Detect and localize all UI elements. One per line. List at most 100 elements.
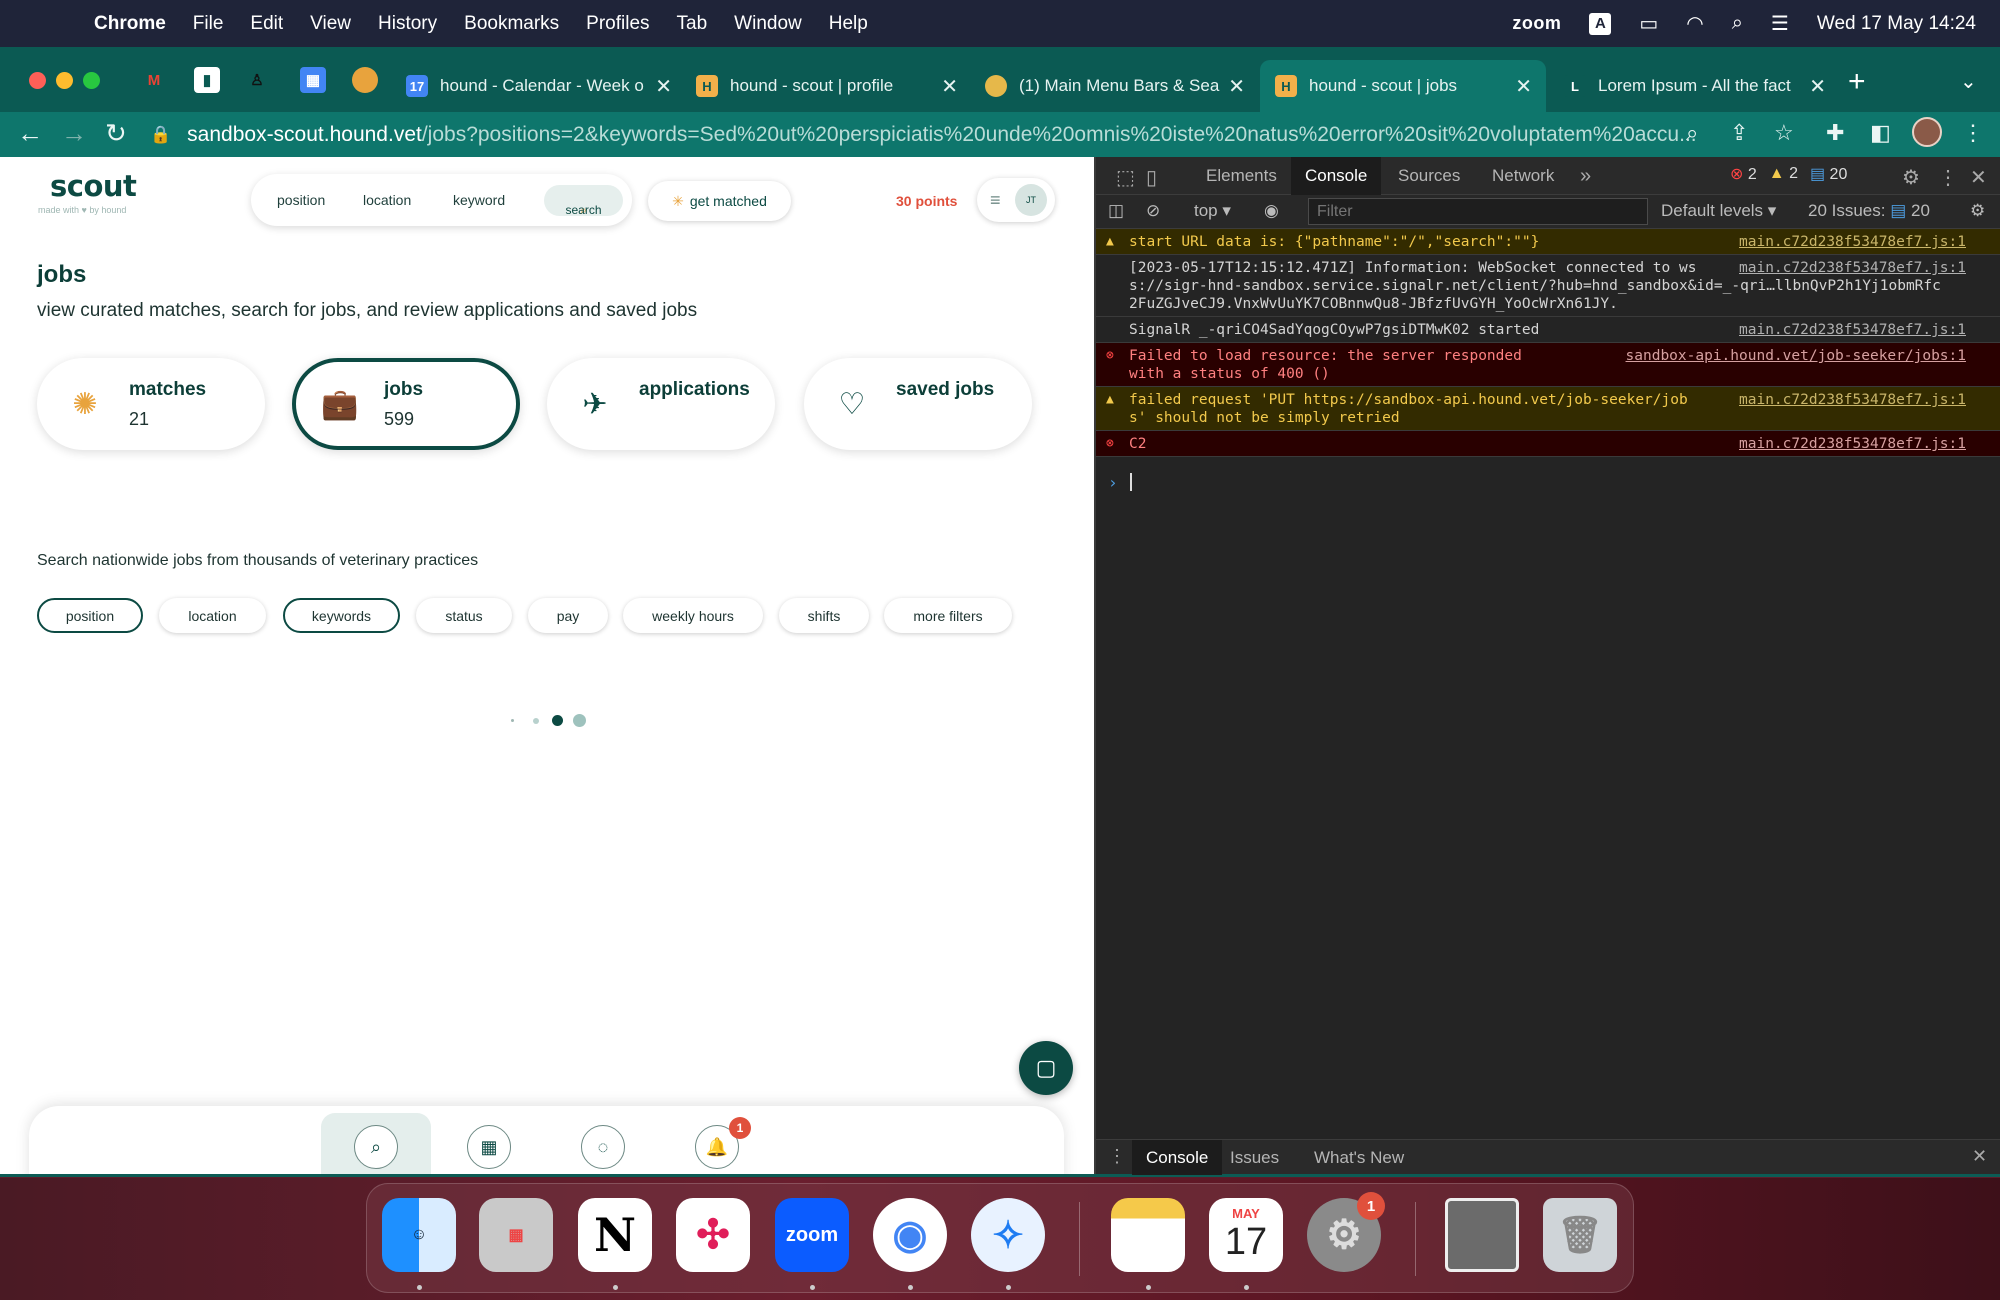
scout-logo[interactable]: scout [50,169,137,203]
address-bar[interactable]: 🔒 sandbox-scout.hound.vet /jobs?position… [150,112,1700,157]
clear-console-icon[interactable]: ⊘ [1146,201,1160,221]
forward-arrow-icon[interactable]: → [61,118,87,149]
console-input-caret[interactable] [1130,473,1132,491]
menu-clock[interactable]: Wed 17 May 14:24 [1817,13,1976,35]
console-message-info[interactable]: [2023-05-17T12:15:12.471Z] Information: … [1096,255,2000,317]
tab-jobs-active[interactable]: H hound - scout | jobs ✕ [1260,60,1546,112]
search-location[interactable]: location [363,192,411,208]
slack-icon[interactable]: ✣ [676,1198,750,1272]
context-selector[interactable]: top ▾ [1194,201,1231,221]
pinned-tab-doc-icon[interactable]: ▮ [194,67,220,93]
gmail-pinned-tab-icon[interactable]: M [141,67,167,93]
close-window-button[interactable] [29,72,46,89]
share-icon[interactable]: ⇪ [1730,120,1748,146]
filter-keywords[interactable]: keywords [283,598,400,633]
search-button[interactable]: ⌕ search [544,185,623,217]
profile-avatar[interactable] [1912,117,1942,147]
pinned-tab-figure-icon[interactable]: ♙ [244,67,270,93]
close-tab-icon[interactable]: ✕ [1809,74,1826,99]
pinned-tab-calendar-icon[interactable]: ▦ [300,67,326,93]
drawer-kebab-icon[interactable]: ⋮ [1108,1146,1126,1167]
close-tab-icon[interactable]: ✕ [1515,74,1532,99]
menu-profiles[interactable]: Profiles [586,13,649,35]
menu-window[interactable]: Window [734,13,802,35]
matches-card[interactable]: ✺ matches 21 [37,358,265,450]
console-message-warning[interactable]: ▲ failed request 'PUT https://sandbox-ap… [1096,387,2000,431]
bookmark-star-icon[interactable]: ☆ [1774,120,1794,146]
console-settings-gear-icon[interactable]: ⚙ [1970,201,1985,221]
menu-history[interactable]: History [378,13,437,35]
tab-calendar[interactable]: 17 hound - Calendar - Week o ✕ [406,60,672,112]
drawer-tab-issues[interactable]: Issues [1216,1140,1293,1175]
launchpad-icon[interactable]: ▦ [479,1198,553,1272]
sidebar-toggle-icon[interactable]: ◫ [1108,201,1124,221]
filter-shifts[interactable]: shifts [779,598,869,633]
minimize-window-button[interactable] [56,72,73,89]
back-arrow-icon[interactable]: ← [17,118,43,149]
filter-location[interactable]: location [159,598,266,633]
battery-icon[interactable]: ▭ [1639,11,1658,36]
notes-icon[interactable] [1111,1198,1185,1272]
chrome-icon[interactable]: ◉ [873,1198,947,1272]
nav-jobs[interactable]: ⌕ jobs [321,1113,431,1174]
message-source-link[interactable]: main.c72d238f53478ef7.js:1 [1739,391,1966,409]
more-tabs-chevron-icon[interactable]: » [1580,165,1591,188]
devtools-tab-console[interactable]: Console [1291,157,1382,195]
close-drawer-icon[interactable]: ✕ [1972,1146,1987,1167]
tab-profile[interactable]: H hound - scout | profile ✕ [696,60,958,112]
settings-gear-icon[interactable]: ⚙ [1902,165,1920,190]
finder-icon[interactable]: ☺ [382,1198,456,1272]
filter-pay[interactable]: pay [528,598,608,633]
message-source-link[interactable]: sandbox-api.hound.vet/job-seeker/jobs:1 [1626,347,1966,365]
close-tab-icon[interactable]: ✕ [1228,74,1245,99]
control-center-icon[interactable]: ☰ [1771,11,1789,36]
console-message-error[interactable]: ⊗ C2 main.c72d238f53478ef7.js:1 [1096,431,2000,457]
close-devtools-icon[interactable]: ✕ [1970,165,1987,190]
menu-tab[interactable]: Tab [677,13,708,35]
filter-more[interactable]: more filters [884,598,1012,633]
log-levels-dropdown[interactable]: Default levels ▾ [1661,201,1776,221]
spotlight-search-icon[interactable]: ⌕ [1732,12,1743,35]
zoom-window-button[interactable] [83,72,100,89]
side-panel-icon[interactable]: ◧ [1870,120,1891,146]
tab-lorem-ipsum[interactable]: L Lorem Ipsum - All the fact ✕ [1564,60,1826,112]
console-message-info[interactable]: SignalR _-qriCO4SadYqogCOywP7gsiDTMwK02 … [1096,317,2000,343]
search-position[interactable]: position [277,192,325,208]
calendar-app-icon[interactable]: MAY 17 [1209,1198,1283,1272]
saved-jobs-card[interactable]: ♡ saved jobs [804,358,1032,450]
devtools-kebab-icon[interactable]: ⋮ [1938,165,1958,190]
drawer-tab-console[interactable]: Console [1132,1140,1223,1175]
trash-icon[interactable]: 🗑 [1543,1198,1617,1272]
inspect-element-icon[interactable]: ⬚ [1116,165,1135,190]
devtools-tab-elements[interactable]: Elements [1192,157,1291,195]
input-source-icon[interactable]: A [1589,12,1612,35]
chat-button[interactable]: ▢ [1019,1041,1073,1095]
devtools-tab-sources[interactable]: Sources [1384,157,1474,195]
nav-practices[interactable]: ▦ practices [434,1113,544,1174]
live-expression-eye-icon[interactable]: ◉ [1264,201,1279,221]
menu-file[interactable]: File [193,13,224,35]
tab-search-chevron-icon[interactable]: ⌄ [1960,69,1977,94]
extensions-puzzle-icon[interactable]: ✚ [1826,120,1844,146]
close-tab-icon[interactable]: ✕ [941,74,958,99]
pinned-tab-circle-icon[interactable] [352,67,378,93]
zoom-menu-extra[interactable]: zoom [1512,13,1561,34]
message-source-link[interactable]: main.c72d238f53478ef7.js:1 [1739,259,1966,277]
console-message-warning[interactable]: ▲ start URL data is: {"pathname":"/","se… [1096,229,2000,255]
filter-weekly-hours[interactable]: weekly hours [623,598,763,633]
menu-view[interactable]: View [310,13,351,35]
points-counter[interactable]: 30 points [896,193,957,209]
user-menu-button[interactable]: ≡ JT [977,178,1055,222]
message-source-link[interactable]: main.c72d238f53478ef7.js:1 [1739,321,1966,339]
new-tab-plus-icon[interactable]: + [1848,65,1866,99]
menu-help[interactable]: Help [829,13,868,35]
kebab-menu-icon[interactable]: ⋮ [1962,120,1984,146]
menu-edit[interactable]: Edit [250,13,283,35]
issues-button[interactable]: 20 Issues: ▤ 20 [1808,201,1930,221]
jobs-card[interactable]: 💼 jobs 599 [292,358,520,450]
menu-app-name[interactable]: Chrome [94,13,166,35]
nav-messages[interactable]: ◌ messages [548,1113,658,1174]
get-matched-button[interactable]: ✳ get matched [648,181,791,221]
filter-position[interactable]: position [37,598,143,633]
close-tab-icon[interactable]: ✕ [655,74,672,99]
